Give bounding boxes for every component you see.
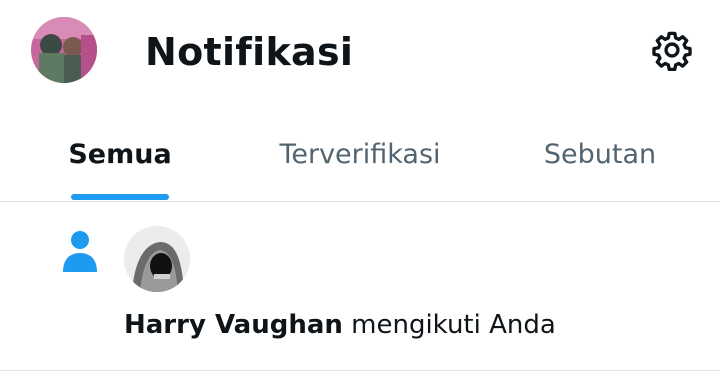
avatar-image [31,17,97,83]
notification-text: Harry Vaughan mengikuti Anda [124,308,556,342]
avatar-image [124,226,190,292]
user-name[interactable]: Harry Vaughan [124,310,343,340]
tab-terverifikasi[interactable]: Terverifikasi [240,104,480,202]
settings-button[interactable] [650,28,694,72]
notifications-page: Notifikasi Semua Terverifikasi Sebutan H… [0,0,720,374]
action-text: mengikuti Anda [342,310,556,340]
tab-label: Sebutan [543,139,657,170]
notification-item[interactable]: Harry Vaughan mengikuti Anda [0,202,720,372]
tab-semua[interactable]: Semua [40,104,200,202]
divider [0,370,720,371]
active-tab-indicator [71,194,169,200]
gear-icon [652,31,692,71]
tab-label: Terverifikasi [279,139,441,170]
follower-avatar[interactable] [124,226,190,292]
tab-label: Semua [68,139,172,170]
profile-avatar[interactable] [31,17,97,83]
tab-bar: Semua Terverifikasi Sebutan [0,104,720,202]
tab-sebutan[interactable]: Sebutan [510,104,690,202]
person-icon [63,231,97,272]
header: Notifikasi [0,0,720,104]
page-title: Notifikasi [145,30,354,74]
